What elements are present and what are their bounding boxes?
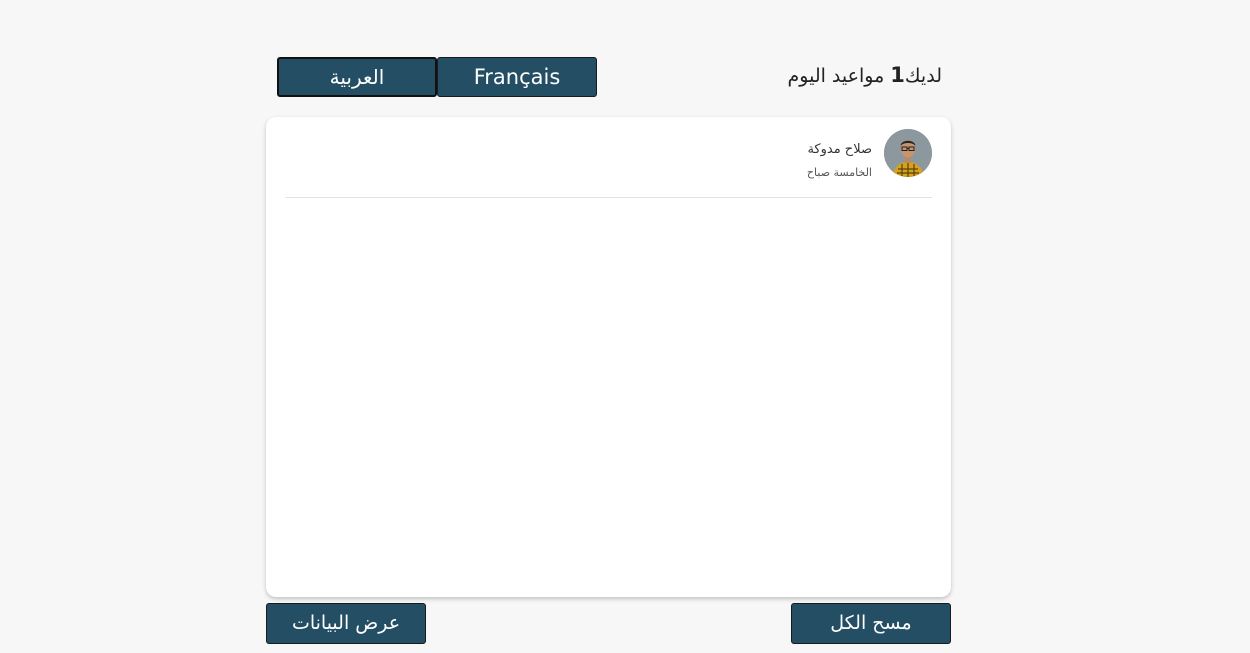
heading-prefix: لديك <box>904 65 942 87</box>
french-language-button[interactable]: Français <box>437 57 597 97</box>
arabic-language-button[interactable]: العربية <box>277 57 437 97</box>
heading-suffix: مواعيد اليوم <box>787 65 891 87</box>
appointments-card: صلاح مدوكة الخامسة صباح <box>266 117 951 597</box>
appointment-item[interactable]: صلاح مدوكة الخامسة صباح <box>285 117 932 198</box>
appointment-name: صلاح مدوكة <box>807 142 872 157</box>
appointments-count-heading: لديك1 مواعيد اليوم <box>788 60 942 91</box>
person-photo-icon <box>884 129 932 177</box>
avatar <box>884 129 932 177</box>
clear-all-button[interactable]: مسح الكل <box>791 603 951 644</box>
show-data-button[interactable]: عرض البيانات <box>266 603 426 644</box>
appointments-count: 1 <box>890 63 905 87</box>
appointment-time: الخامسة صباح <box>806 166 872 179</box>
